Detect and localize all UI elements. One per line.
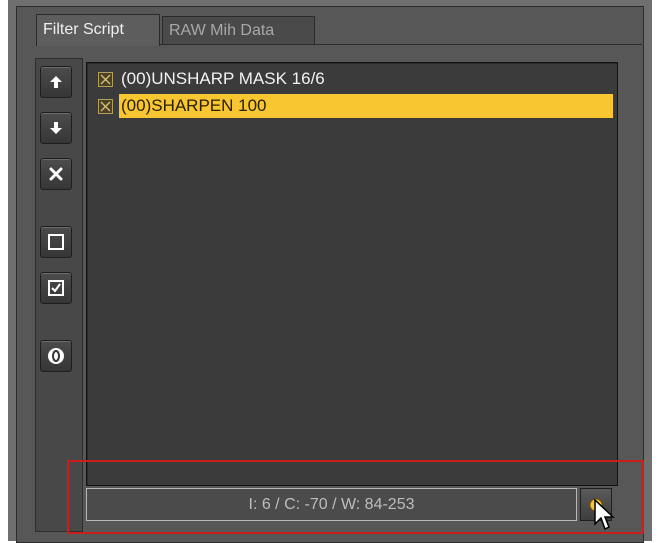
mouse-cursor-icon <box>594 498 615 531</box>
filter-label: (00)UNSHARP MASK 16/6 <box>121 69 325 88</box>
check-all-icon <box>48 280 64 296</box>
arrow-down-icon <box>50 122 62 134</box>
filter-label: (00)SHARPEN 100 <box>119 94 613 118</box>
list-item[interactable]: (00)UNSHARP MASK 16/6 <box>95 67 613 91</box>
x-mark-icon <box>100 101 111 111</box>
move-up-button[interactable] <box>40 66 72 98</box>
reset-zero-button[interactable] <box>40 340 72 372</box>
x-mark-icon <box>100 74 111 84</box>
filter-list[interactable]: (00)UNSHARP MASK 16/6 (00)SHARPEN 100 <box>86 62 618 486</box>
tab-divider <box>160 44 642 45</box>
filter-checkbox[interactable] <box>98 98 113 114</box>
delete-x-icon <box>49 167 63 181</box>
status-readout: I: 6 / C: -70 / W: 84-253 <box>86 488 577 521</box>
zero-icon <box>48 348 64 364</box>
uncheck-all-button[interactable] <box>40 226 72 258</box>
delete-button[interactable] <box>40 158 72 190</box>
arrow-up-icon <box>50 76 62 88</box>
list-item-selected[interactable]: (00)SHARPEN 100 <box>95 94 613 118</box>
tab-raw-mih-data[interactable]: RAW Mih Data <box>162 16 315 44</box>
check-all-button[interactable] <box>40 272 72 304</box>
uncheck-all-icon <box>48 234 64 250</box>
tab-filter-script[interactable]: Filter Script <box>36 14 160 46</box>
move-down-button[interactable] <box>40 112 72 144</box>
filter-checkbox[interactable] <box>98 71 113 87</box>
